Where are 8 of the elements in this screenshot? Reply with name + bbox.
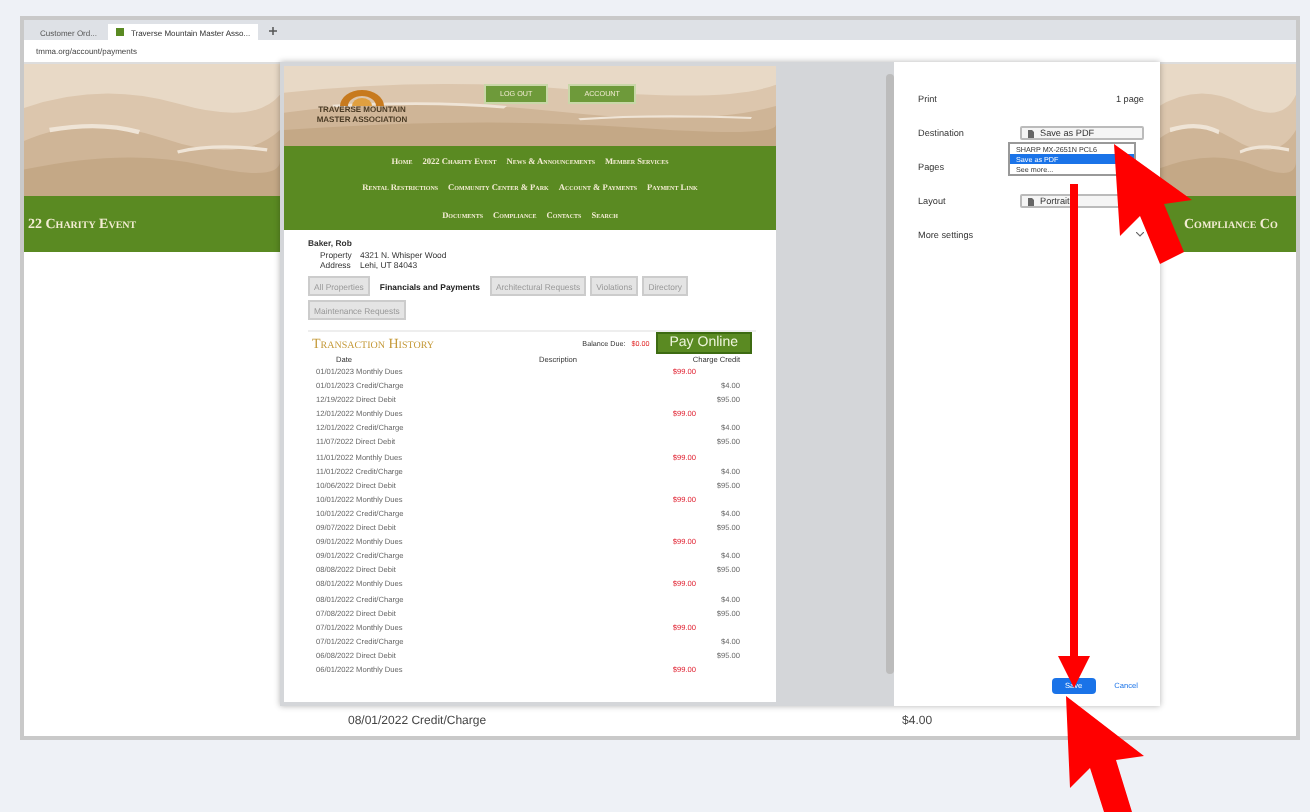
chevron-down-icon[interactable] <box>1136 232 1144 238</box>
document-icon <box>1028 129 1034 137</box>
sunrise-logo-icon <box>336 87 388 106</box>
new-tab-icon[interactable] <box>268 26 279 36</box>
favicon-icon <box>116 28 125 36</box>
document-icon <box>1028 197 1034 205</box>
pointer-icon <box>1066 696 1144 812</box>
scrollbar[interactable] <box>886 74 894 674</box>
